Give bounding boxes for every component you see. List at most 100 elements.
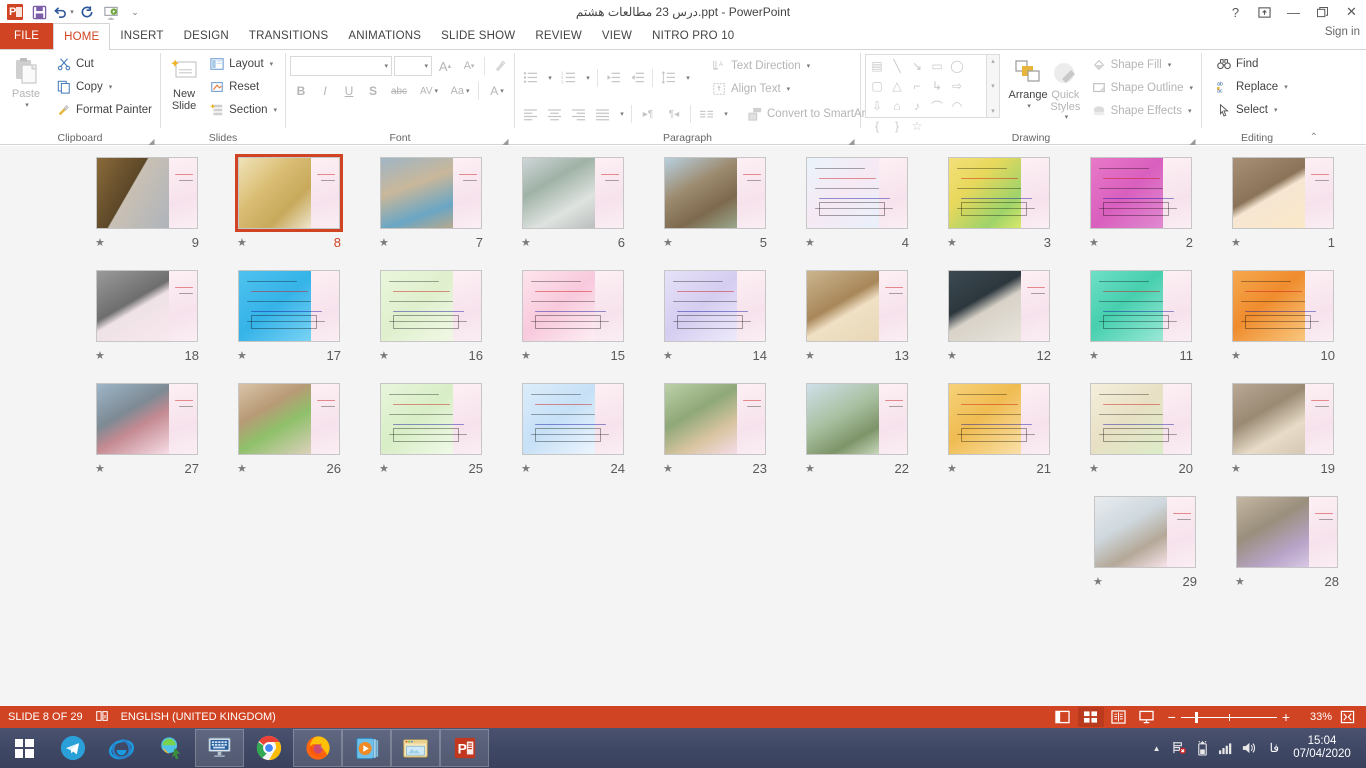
slide-thumbnail-frame[interactable] [519,380,627,458]
language-indicator[interactable]: ENGLISH (UNITED KINGDOM) [121,711,276,723]
animation-star-icon[interactable]: ★ [1231,462,1241,475]
slideshow-view-button[interactable] [1134,707,1160,727]
paragraph-dialog-launcher[interactable]: ◢ [847,135,856,144]
idm-icon[interactable] [146,729,195,767]
shape-line-icon[interactable]: ╲ [887,56,907,76]
zoom-out-button[interactable]: − [1168,709,1176,725]
animation-star-icon[interactable]: ★ [1089,462,1099,475]
rtl-direction-button[interactable]: ¶◂ [662,103,686,125]
slide-thumbnail-frame[interactable] [519,154,627,232]
slide-thumbnail-frame[interactable] [1087,267,1195,345]
justify-caret-icon[interactable]: ▾ [615,103,627,125]
line-spacing-caret-icon[interactable]: ▾ [681,67,693,89]
help-button[interactable]: ? [1221,0,1250,24]
gallery-scroll-up-icon[interactable]: ▴ [991,57,995,65]
gallery-scroll-down-icon[interactable]: ▾ [991,82,995,90]
zoom-track[interactable] [1181,717,1277,718]
tab-animations[interactable]: ANIMATIONS [338,23,431,49]
tab-home[interactable]: HOME [53,23,110,50]
slide-thumbnail-frame[interactable] [661,380,769,458]
find-button[interactable]: Find [1212,53,1292,75]
start-slideshow-icon[interactable] [100,1,122,23]
align-text-button[interactable]: Align Text ▾ [707,78,814,100]
slide-thumbnail-11[interactable]: ★11 [1070,267,1212,380]
font-size-caret-icon[interactable]: ▾ [424,62,428,70]
animation-star-icon[interactable]: ★ [521,462,531,475]
italic-button[interactable]: I [314,80,336,102]
shape-freeform-icon[interactable]: ♪ [907,96,927,116]
normal-view-button[interactable] [1050,707,1076,727]
slide-thumbnail-frame[interactable] [1091,493,1199,571]
increase-indent-button[interactable] [626,67,648,89]
ribbon-display-options-button[interactable] [1250,0,1279,24]
animation-star-icon[interactable]: ★ [663,349,673,362]
slide-thumbnail-24[interactable]: ★24 [502,380,644,493]
slide-thumbnail-1[interactable]: ★1 [1212,154,1354,267]
save-icon[interactable] [28,1,50,23]
animation-star-icon[interactable]: ★ [663,462,673,475]
slide-thumbnail-2[interactable]: ★2 [1070,154,1212,267]
redo-icon[interactable] [76,1,98,23]
slide-thumbnail-frame[interactable] [661,267,769,345]
drawing-dialog-launcher[interactable]: ◢ [1188,135,1197,144]
slide-thumbnail-frame[interactable] [661,154,769,232]
replace-button[interactable]: abac Replace ▾ [1212,76,1292,98]
animation-star-icon[interactable]: ★ [1089,349,1099,362]
slide-thumbnail-23[interactable]: ★23 [644,380,786,493]
slide-thumbnail-8[interactable]: ★8 [218,154,360,267]
shape-rectangle-icon[interactable]: ▭ [927,56,947,76]
shape-elbow-icon[interactable]: ⌐ [907,76,927,96]
file-explorer-icon[interactable] [391,729,440,767]
keyboard-app-icon[interactable] [195,729,244,767]
align-left-button[interactable] [519,103,541,125]
sign-in-button[interactable]: Sign in [1325,26,1360,38]
paste-caret-icon[interactable]: ▾ [25,101,29,109]
numbering-button[interactable]: 123 [557,67,579,89]
clear-formatting-button[interactable] [489,55,511,77]
tab-slide-show[interactable]: SLIDE SHOW [431,23,525,49]
media-player-icon[interactable] [342,729,391,767]
columns-button[interactable] [695,103,717,125]
slide-thumbnail-frame[interactable] [803,380,911,458]
character-spacing-button[interactable]: AV▾ [414,80,444,102]
font-name-caret-icon[interactable]: ▾ [384,62,388,70]
animation-star-icon[interactable]: ★ [95,462,105,475]
slide-thumbnail-frame[interactable] [377,380,485,458]
line-spacing-button[interactable] [657,67,679,89]
tab-insert[interactable]: INSERT [110,23,173,49]
shape-elbow-arrow-icon[interactable]: ↳ [927,76,947,96]
fit-slide-to-window-button[interactable] [1334,707,1360,727]
undo-icon[interactable]: ▾ [52,1,74,23]
slide-thumbnail-frame[interactable] [945,154,1053,232]
shapes-gallery[interactable]: ▤ ╲ ↘ ▭ ◯ ▢ △ ⌐ ↳ ⇨ ⇩ ⌂ ♪ ⌒ ◠ { } [865,54,987,118]
window-controls[interactable]: ? — ✕ [1221,0,1366,24]
animation-star-icon[interactable]: ★ [95,349,105,362]
shape-arc-icon[interactable]: ◠ [947,96,967,116]
slide-thumbnail-7[interactable]: ★7 [360,154,502,267]
ribbon-tab-bar[interactable]: FILE HOME INSERT DESIGN TRANSITIONS ANIM… [0,24,1366,50]
justify-button[interactable] [591,103,613,125]
animation-star-icon[interactable]: ★ [379,236,389,249]
slide-thumbnail-12[interactable]: ★12 [928,267,1070,380]
paste-button[interactable]: Paste ▾ [4,53,48,109]
slide-thumbnail-frame[interactable] [235,267,343,345]
clipboard-dialog-launcher[interactable]: ◢ [147,135,156,144]
tab-file[interactable]: FILE [0,23,53,49]
telegram-icon[interactable] [48,729,97,767]
gallery-expand-icon[interactable]: ▾ [991,107,995,115]
animation-star-icon[interactable]: ★ [1231,236,1241,249]
slide-thumbnail-frame[interactable] [803,154,911,232]
select-button[interactable]: Select ▾ [1212,99,1292,121]
animation-star-icon[interactable]: ★ [1093,575,1103,588]
slide-thumbnail-9[interactable]: ★9 [76,154,218,267]
slide-thumbnail-frame[interactable] [377,267,485,345]
slide-thumbnail-frame[interactable] [93,380,201,458]
ltr-direction-button[interactable]: ▸¶ [636,103,660,125]
powerpoint-taskbar-icon[interactable]: P [440,729,489,767]
slide-thumbnail-14[interactable]: ★14 [644,267,786,380]
undo-caret-icon[interactable]: ▾ [70,8,74,16]
bullets-caret-icon[interactable]: ▾ [543,67,555,89]
change-case-button[interactable]: Aa▾ [446,80,474,102]
section-caret-icon[interactable]: ▾ [273,106,277,114]
strikethrough-button[interactable]: abc [386,80,412,102]
